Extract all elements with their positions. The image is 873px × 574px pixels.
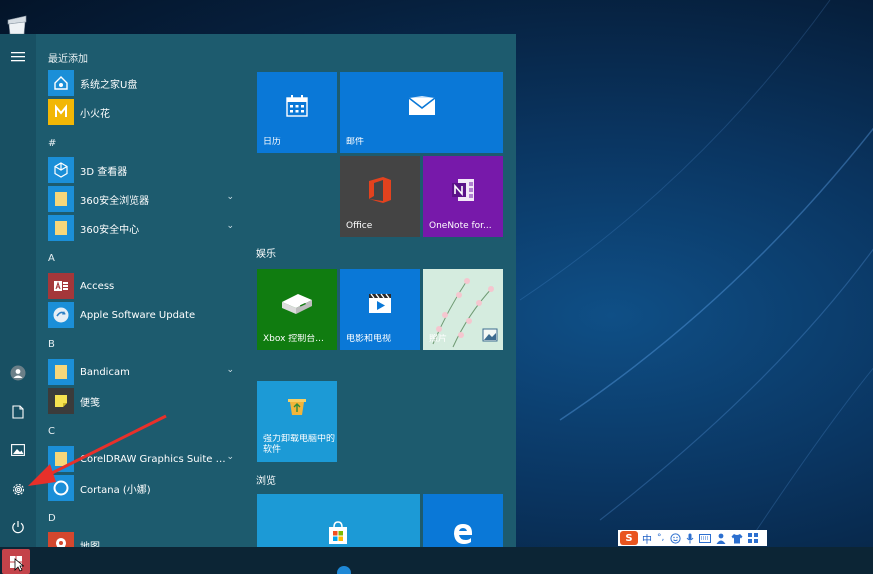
tile-label: OneNote for... (429, 221, 492, 231)
app-item-label: Access (80, 280, 115, 292)
app-item-label: 360安全中心 (80, 224, 140, 236)
tile-uninstaller[interactable]: 强力卸载电脑中的软件 (257, 381, 337, 462)
keyboard-icon[interactable] (699, 533, 712, 543)
app-item-label: Apple Software Update (80, 309, 196, 321)
tile-label: Xbox 控制台... (263, 334, 324, 344)
recently-added-header: 最近添加 (48, 54, 88, 65)
app-folder-bandicam[interactable]: Bandicam ⌄ (48, 359, 244, 385)
toolbox-grid-icon[interactable] (748, 533, 759, 543)
app-item-label: 360安全浏览器 (80, 195, 150, 207)
group-letter-d[interactable]: D (48, 513, 56, 524)
app-item-label: 地图 (80, 541, 100, 548)
recycle-bin-icon[interactable] (6, 14, 28, 34)
emoji-icon[interactable] (670, 532, 681, 544)
mail-icon (408, 96, 435, 116)
ime-punct-toggle[interactable]: °, (657, 533, 664, 543)
tile-office[interactable]: Office (340, 156, 420, 237)
tile-label: Office (346, 221, 373, 231)
app-item-label: 3D 查看器 (80, 166, 128, 178)
app-item-label: Bandicam (80, 366, 130, 378)
group-letter-a[interactable]: A (48, 253, 55, 264)
app-item-apple-update[interactable]: Apple Software Update (48, 302, 244, 328)
tile-photos[interactable]: 照片 (423, 269, 503, 350)
access-icon (48, 273, 74, 299)
power-button[interactable] (0, 509, 36, 545)
app-item-spark[interactable]: 小火花 (48, 99, 244, 125)
tile-label: 电影和电视 (346, 334, 392, 344)
calendar-icon (286, 95, 308, 117)
usb-tool-icon (48, 70, 74, 96)
tile-xbox[interactable]: Xbox 控制台... (257, 269, 337, 350)
tile-movies-tv[interactable]: 电影和电视 (340, 269, 420, 350)
sticky-notes-icon (48, 388, 74, 414)
hamburger-menu-button[interactable] (0, 39, 36, 75)
hamburger-icon (11, 52, 25, 62)
tile-label: 照片 (429, 334, 448, 344)
chevron-down-icon[interactable]: ⌄ (226, 221, 234, 231)
apple-update-icon (48, 302, 74, 328)
maps-icon (48, 532, 74, 547)
taskbar (0, 547, 873, 574)
app-item-label: 小火花 (80, 108, 110, 120)
user-avatar-icon (10, 365, 26, 381)
tile-label: 日历 (263, 137, 282, 147)
app-item-3d-viewer[interactable]: 3D 查看器 (48, 157, 244, 183)
tile-label: 邮件 (346, 137, 365, 147)
annotation-red-arrow (28, 414, 167, 486)
tile-area: 日历 邮件 Office OneNote for... 娱乐 Xbox 控制台.… (256, 34, 514, 547)
tile-store[interactable] (257, 494, 420, 547)
tile-mail[interactable]: 邮件 (340, 72, 503, 153)
skin-shirt-icon[interactable] (731, 533, 743, 544)
taskbar-app-indicator[interactable] (337, 566, 351, 574)
app-item-usb-tool[interactable]: 系统之家U盘 (48, 70, 244, 96)
app-item-sticky-notes[interactable]: 便笺 (48, 388, 244, 414)
user-account-button[interactable] (0, 355, 36, 391)
ime-toolbar[interactable]: S 中 °, (618, 530, 767, 546)
tile-section-browse[interactable]: 浏览 (256, 472, 276, 487)
sogou-logo-icon[interactable]: S (620, 531, 638, 545)
tile-label: 强力卸载电脑中的软件 (263, 434, 336, 455)
app-folder-360-browser[interactable]: 360安全浏览器 ⌄ (48, 186, 244, 212)
onenote-icon (452, 179, 474, 202)
user-center-icon[interactable] (716, 533, 726, 544)
spark-icon (48, 99, 74, 125)
app-folder-360-security[interactable]: 360安全中心 ⌄ (48, 215, 244, 241)
app-item-maps[interactable]: 地图 (48, 532, 244, 547)
app-item-label: 便笺 (80, 397, 100, 409)
office-icon (369, 177, 391, 204)
chevron-down-icon[interactable]: ⌄ (226, 365, 234, 375)
tile-onenote[interactable]: OneNote for... (423, 156, 503, 237)
store-bag-icon (329, 521, 347, 544)
group-letter-hash[interactable]: # (48, 138, 56, 149)
wallpaper-light-streaks (519, 0, 873, 540)
tile-edge[interactable] (423, 494, 503, 547)
app-item-label: 系统之家U盘 (80, 79, 138, 91)
mouse-cursor-icon (14, 558, 24, 572)
tile-calendar[interactable]: 日历 (257, 72, 337, 153)
film-icon (369, 293, 391, 314)
cube-3d-icon (48, 157, 74, 183)
folder-icon (48, 215, 74, 241)
chevron-down-icon[interactable]: ⌄ (226, 192, 234, 202)
group-letter-b[interactable]: B (48, 339, 55, 350)
app-item-access[interactable]: Access (48, 273, 244, 299)
microphone-icon[interactable] (686, 533, 694, 544)
chevron-down-icon[interactable]: ⌄ (226, 452, 234, 462)
ime-mode-toggle[interactable]: 中 (642, 531, 652, 546)
power-icon (12, 521, 24, 534)
recycle-box-icon (288, 399, 306, 416)
edge-browser-icon (454, 524, 472, 544)
folder-icon (48, 186, 74, 212)
tile-section-entertainment[interactable]: 娱乐 (256, 245, 276, 260)
folder-icon (48, 359, 74, 385)
xbox-console-icon (282, 294, 312, 315)
